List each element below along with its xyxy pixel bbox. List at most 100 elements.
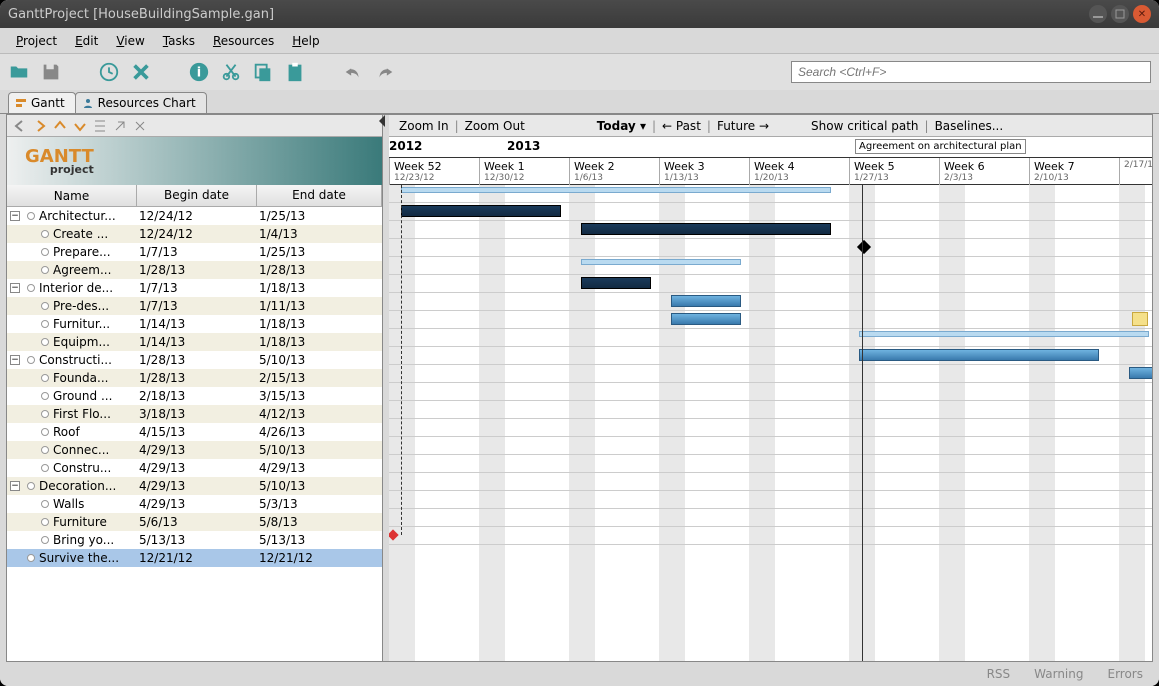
task-begin: 1/14/13 <box>137 317 257 331</box>
table-row[interactable]: Furnitur...1/14/131/18/13 <box>7 315 382 333</box>
note-icon[interactable] <box>1132 312 1148 326</box>
task-begin: 12/24/12 <box>137 209 257 223</box>
maximize-button[interactable] <box>1111 5 1129 23</box>
gantt-bar[interactable] <box>1129 367 1152 379</box>
brand-logo: GANTTproject <box>7 137 382 185</box>
table-row[interactable]: Constru...4/29/134/29/13 <box>7 459 382 477</box>
menu-resources[interactable]: Resources <box>205 31 282 51</box>
arrow-down-icon[interactable] <box>73 119 87 133</box>
gantt-bar[interactable] <box>401 187 831 193</box>
table-row[interactable]: First Flo...3/18/134/12/13 <box>7 405 382 423</box>
task-end: 1/11/13 <box>257 299 382 313</box>
zoom-in-button[interactable]: Zoom In <box>399 119 449 133</box>
collapse-icon[interactable]: − <box>10 211 20 221</box>
gantt-bar[interactable] <box>401 205 561 217</box>
critical-path-button[interactable]: Show critical path <box>811 119 918 133</box>
marker-line <box>862 185 863 661</box>
table-row[interactable]: −Interior de...1/7/131/18/13 <box>7 279 382 297</box>
status-warning[interactable]: Warning <box>1034 667 1083 681</box>
task-name: Decoration... <box>39 479 116 493</box>
table-row[interactable]: Prepare...1/7/131/25/13 <box>7 243 382 261</box>
col-end-header[interactable]: End date <box>257 185 382 206</box>
task-end: 5/8/13 <box>257 515 382 529</box>
properties-icon[interactable]: i <box>188 61 210 83</box>
copy-icon[interactable] <box>252 61 274 83</box>
close-button[interactable]: ✕ <box>1133 5 1151 23</box>
arrow-right-icon[interactable] <box>33 119 47 133</box>
gantt-row <box>389 455 1152 473</box>
menu-help[interactable]: Help <box>284 31 327 51</box>
task-begin: 12/21/12 <box>137 551 257 565</box>
status-rss[interactable]: RSS <box>987 667 1011 681</box>
task-end: 1/25/13 <box>257 209 382 223</box>
tab-resources-chart[interactable]: Resources Chart <box>75 92 207 113</box>
redo-icon[interactable] <box>374 61 396 83</box>
task-name: Prepare... <box>53 245 111 259</box>
collapse-icon[interactable]: − <box>10 355 20 365</box>
arrow-left-icon[interactable] <box>13 119 27 133</box>
table-row[interactable]: Furniture5/6/135/8/13 <box>7 513 382 531</box>
tab-gantt[interactable]: Gantt <box>8 92 76 113</box>
link-icon[interactable] <box>113 119 127 133</box>
save-icon[interactable] <box>40 61 62 83</box>
zoom-out-button[interactable]: Zoom Out <box>465 119 525 133</box>
minimize-button[interactable] <box>1089 5 1107 23</box>
table-row[interactable]: Agreem...1/28/131/28/13 <box>7 261 382 279</box>
col-name-header[interactable]: Name <box>7 185 137 206</box>
toolbar: i <box>0 54 1159 90</box>
cut-icon[interactable] <box>220 61 242 83</box>
paste-icon[interactable] <box>284 61 306 83</box>
gantt-bar[interactable] <box>671 313 741 325</box>
undo-icon[interactable] <box>342 61 364 83</box>
menu-view[interactable]: View <box>108 31 152 51</box>
task-end: 5/13/13 <box>257 533 382 547</box>
unlink-icon[interactable] <box>133 119 147 133</box>
gantt-bar[interactable] <box>581 277 651 289</box>
menu-tasks[interactable]: Tasks <box>155 31 203 51</box>
collapse-icon[interactable]: − <box>10 481 20 491</box>
gantt-bar[interactable] <box>581 259 741 265</box>
table-row[interactable]: Pre-des...1/7/131/11/13 <box>7 297 382 315</box>
arrow-up-icon[interactable] <box>53 119 67 133</box>
table-row[interactable]: Bring yo...5/13/135/13/13 <box>7 531 382 549</box>
today-button[interactable]: Today ▾ <box>597 119 646 133</box>
menu-project[interactable]: Project <box>8 31 65 51</box>
window-title: GanttProject [HouseBuildingSample.gan] <box>8 7 1089 22</box>
table-row[interactable]: −Architectur...12/24/121/25/13 <box>7 207 382 225</box>
marker-label: Agreement on architectural plan <box>855 139 1026 154</box>
table-row[interactable]: −Constructi...1/28/135/10/13 <box>7 351 382 369</box>
baselines-button[interactable]: Baselines... <box>935 119 1004 133</box>
menu-edit[interactable]: Edit <box>67 31 106 51</box>
table-row[interactable]: Roof4/15/134/26/13 <box>7 423 382 441</box>
search-input[interactable] <box>791 61 1151 83</box>
past-button[interactable]: ← Past <box>662 119 701 133</box>
gantt-bar[interactable] <box>859 331 1149 337</box>
task-bullet-icon <box>41 302 49 310</box>
task-bullet-icon <box>41 428 49 436</box>
collapse-icon[interactable]: − <box>10 283 20 293</box>
gantt-bar[interactable] <box>581 223 831 235</box>
col-begin-header[interactable]: Begin date <box>137 185 257 206</box>
history-icon[interactable] <box>98 61 120 83</box>
indent-icon[interactable] <box>93 119 107 133</box>
table-row[interactable]: Connec...4/29/135/10/13 <box>7 441 382 459</box>
table-row[interactable]: −Decoration...4/29/135/10/13 <box>7 477 382 495</box>
table-row[interactable]: Equipm...1/14/131/18/13 <box>7 333 382 351</box>
gantt-bar[interactable] <box>671 295 741 307</box>
task-name: Ground ... <box>53 389 112 403</box>
gantt-row <box>389 239 1152 257</box>
gantt-body[interactable] <box>389 185 1152 661</box>
table-row[interactable]: Create ...12/24/121/4/13 <box>7 225 382 243</box>
week-column: Week 21/6/13 <box>569 158 659 186</box>
table-row[interactable]: Founda...1/28/132/15/13 <box>7 369 382 387</box>
gantt-bar[interactable] <box>859 349 1099 361</box>
delete-icon[interactable] <box>130 61 152 83</box>
table-row[interactable]: Ground ...2/18/133/15/13 <box>7 387 382 405</box>
open-icon[interactable] <box>8 61 30 83</box>
task-end: 4/29/13 <box>257 461 382 475</box>
table-row[interactable]: Survive the...12/21/1212/21/12 <box>7 549 382 567</box>
table-row[interactable]: Walls4/29/135/3/13 <box>7 495 382 513</box>
status-errors[interactable]: Errors <box>1107 667 1143 681</box>
task-end: 1/18/13 <box>257 335 382 349</box>
future-button[interactable]: Future → <box>717 119 769 133</box>
